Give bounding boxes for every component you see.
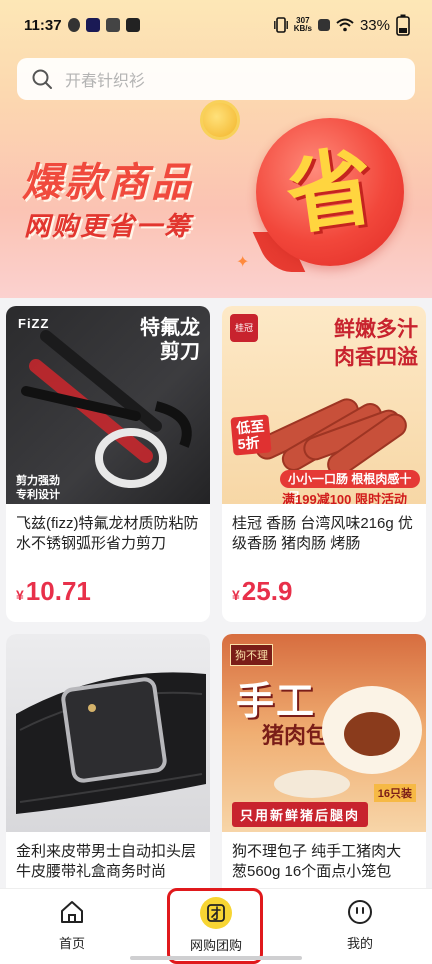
product-title[interactable]: 金利来皮带男士自动扣头层牛皮腰带礼盒商务时尚 [6, 832, 210, 882]
nav-label: 我的 [346, 936, 373, 951]
home-icon [57, 897, 87, 927]
search-bar[interactable]: 开春针织衫 [17, 58, 415, 100]
discount-badge: 低至 5折 [230, 414, 272, 456]
product-price: ¥10.71 [16, 576, 91, 607]
app-icon [85, 18, 100, 32]
discount-badge-line: 低至 [235, 417, 265, 437]
product-price: ¥25.9 [232, 576, 292, 607]
nav-label: 首页 [58, 936, 85, 951]
discount-badge-line: 5折 [237, 434, 261, 453]
nav-item-profile[interactable]: 我的 [310, 897, 410, 952]
home-indicator [130, 956, 302, 960]
save-badge-char: 省 [280, 138, 380, 246]
clock: 11:37 [24, 16, 62, 34]
network-speed-unit: KB/s [293, 24, 312, 33]
vibrate-icon [273, 17, 288, 33]
promo-text: 满199减100 限时活动 [282, 492, 407, 504]
product-title[interactable]: 桂冠 香肠 台湾风味216g 优级香肠 猪肉肠 烤肠 [222, 504, 426, 554]
currency-symbol: ¥ [16, 587, 24, 603]
product-image[interactable] [6, 634, 210, 832]
banner-title: 爆款商品 [22, 161, 194, 205]
tagline-bar: 小小一口肠 根根肉感十足 [280, 470, 420, 504]
product-image[interactable]: 桂冠 鲜嫩多汁 肉香四溢 低至 5折 小小一口肠 根根肉感十足 满199减100… [222, 306, 426, 504]
battery-percent: 33% [359, 16, 390, 34]
product-grid: FiZZ 特氟龙 剪刀 剪力强劲 专利设计 飞兹(fizz)特氟龙材质防粘防水不… [6, 306, 426, 950]
product-image[interactable]: FiZZ 特氟龙 剪刀 剪力强劲 专利设计 [6, 306, 210, 504]
search-icon [32, 69, 52, 89]
currency-symbol: ¥ [232, 587, 240, 603]
bottom-nav: 首页 网购团购 我的 [0, 888, 432, 964]
network-speed: 307 KB/s [294, 17, 312, 33]
battery-icon [396, 14, 410, 36]
nav-item-group-buy[interactable]: 网购团购 [166, 897, 266, 954]
nav-item-home[interactable]: 首页 [22, 897, 122, 952]
coin-decoration [200, 100, 240, 140]
product-title[interactable]: 飞兹(fizz)特氟龙材质防粘防水不锈钢弧形省力剪刀 [6, 504, 210, 554]
product-image[interactable]: 狗不理 手工 猪肉包 16只装 只用新鲜猪后腿肉 [222, 634, 426, 832]
price-value: 25.9 [241, 576, 293, 606]
belt-illustration [16, 672, 206, 814]
price-value: 10.71 [25, 576, 91, 606]
feature-line: 剪力强劲 [16, 475, 60, 487]
sim-icon [317, 19, 330, 31]
feature-line: 专利设计 [16, 489, 60, 501]
product-title[interactable]: 狗不理包子 纯手工猪肉大葱560g 16个面点小笼包 [222, 832, 426, 882]
app-icon [125, 18, 140, 32]
group-buy-icon [200, 897, 232, 929]
status-bar: 11:37 307 KB/s 33% [0, 0, 432, 50]
nav-label: 网购团购 [189, 938, 242, 953]
profile-icon [345, 897, 375, 927]
wifi-icon [336, 18, 354, 32]
tagline-bar: 只用新鲜猪后腿肉 [232, 802, 369, 827]
product-card[interactable]: FiZZ 特氟龙 剪刀 剪力强劲 专利设计 飞兹(fizz)特氟龙材质防粘防水不… [6, 306, 210, 622]
feature-tag: 剪力强劲 专利设计 [16, 474, 60, 502]
sparkle-icon: ✦ [236, 254, 250, 271]
app-icon [105, 18, 120, 32]
banner-subtitle: 网购更省一筹 [24, 211, 193, 241]
pack-tag: 16只装 [373, 784, 416, 802]
notification-icon [67, 18, 80, 32]
search-placeholder[interactable]: 开春针织衫 [65, 67, 145, 91]
product-card[interactable]: 桂冠 鲜嫩多汁 肉香四溢 低至 5折 小小一口肠 根根肉感十足 满199减100… [222, 306, 426, 622]
